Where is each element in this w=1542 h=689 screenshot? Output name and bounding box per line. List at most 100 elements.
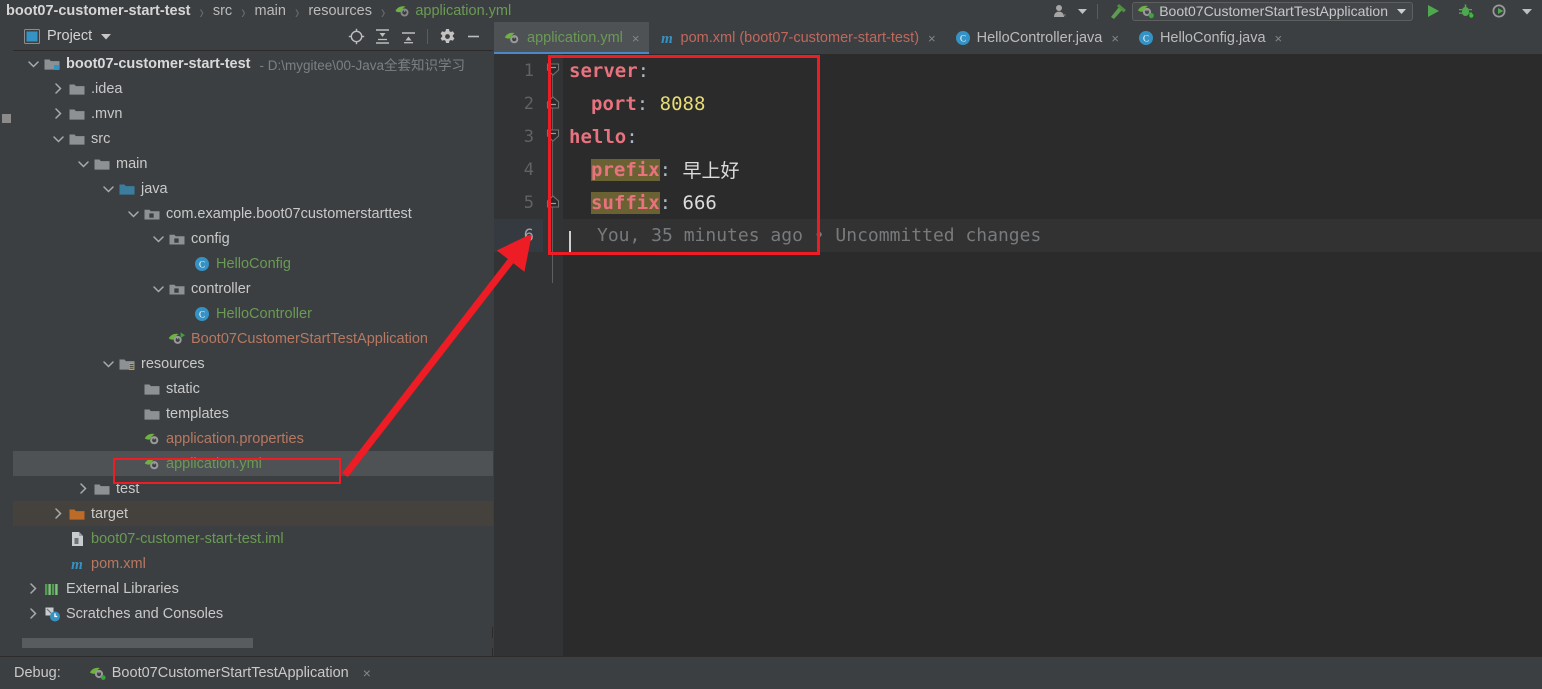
code-editor[interactable]: 1 server: 2 port: 8088 3 hello: 4 prefix: 早上好 5 s…: [494, 54, 1542, 656]
tree-node--idea[interactable]: .idea: [13, 76, 493, 101]
debug-icon[interactable]: [1453, 1, 1479, 21]
project-title-button[interactable]: Project: [13, 28, 112, 44]
code-line-5[interactable]: 5 suffix: 666: [494, 186, 1542, 219]
tree-node--mvn[interactable]: .mvn: [13, 101, 493, 126]
tree-node-hellocontroller[interactable]: C HelloController: [13, 301, 493, 326]
tree-node-main[interactable]: main: [13, 151, 493, 176]
tree-node-test[interactable]: test: [13, 476, 493, 501]
editor-tab-label: application.yml: [527, 30, 623, 46]
tree-node-boot07-customer-start-test-iml[interactable]: boot07-customer-start-test.iml: [13, 526, 493, 551]
account-icon[interactable]: [1048, 1, 1074, 21]
tree-node-controller[interactable]: controller: [13, 276, 493, 301]
code-text[interactable]: server:: [563, 54, 649, 87]
chevron-right-icon[interactable]: [23, 601, 43, 626]
collapse-all-icon[interactable]: [396, 24, 420, 48]
tree-node-label: target: [91, 505, 129, 522]
yaml-colon: :: [637, 59, 650, 82]
code-text[interactable]: hello:: [563, 120, 638, 153]
breadcrumb-item-file[interactable]: application.yml: [392, 0, 513, 22]
settings-gear-icon[interactable]: [435, 24, 459, 48]
editor-tab-pom-xml[interactable]: m pom.xml (boot07-customer-start-test) ×: [649, 22, 945, 54]
chevron-right-icon[interactable]: [48, 501, 68, 526]
chevron-right-icon[interactable]: [23, 576, 43, 601]
code-text[interactable]: port: 8088: [563, 87, 705, 120]
chevron-down-icon[interactable]: [123, 201, 143, 226]
tree-node-target[interactable]: target: [13, 501, 493, 526]
hammer-build-icon[interactable]: [1104, 1, 1132, 21]
tree-node-com-example-boot07customerstarttest[interactable]: com.example.boot07customerstarttest: [13, 201, 493, 226]
code-text[interactable]: suffix: 666: [563, 186, 717, 219]
fold-open-icon[interactable]: [543, 120, 563, 153]
code-text[interactable]: prefix: 早上好: [563, 153, 740, 186]
debug-session-tab[interactable]: Boot07CustomerStartTestApplication ×: [89, 665, 371, 681]
hide-icon[interactable]: [461, 24, 485, 48]
chevron-down-icon[interactable]: [98, 176, 118, 201]
select-opened-file-icon[interactable]: [344, 24, 368, 48]
expand-all-icon[interactable]: [370, 24, 394, 48]
chevron-right-icon[interactable]: [48, 101, 68, 126]
tree-node-resources[interactable]: resources: [13, 351, 493, 376]
chevron-down-icon[interactable]: [148, 226, 168, 251]
tree-node-boot07customerstarttestapplication[interactable]: Boot07CustomerStartTestApplication: [13, 326, 493, 351]
close-icon[interactable]: ×: [928, 31, 936, 46]
folder-icon: [143, 376, 161, 401]
tree-node-config[interactable]: config: [13, 226, 493, 251]
tree-node-src[interactable]: src: [13, 126, 493, 151]
editor-tab-bar[interactable]: application.yml × m pom.xml (boot07-custome…: [494, 22, 1542, 54]
tree-node-pom-xml[interactable]: m pom.xml: [13, 551, 493, 576]
chevron-down-icon[interactable]: [98, 351, 118, 376]
breadcrumb-item-main[interactable]: main: [253, 0, 288, 22]
project-tool-window: Project boot07-customer-start-test - D:\…: [13, 22, 493, 656]
chevron-down-icon[interactable]: [48, 126, 68, 151]
run-with-coverage-icon[interactable]: [1487, 1, 1512, 21]
chevron-right-icon[interactable]: [48, 76, 68, 101]
fold-end-icon[interactable]: [543, 186, 563, 219]
breadcrumb-item-src[interactable]: src: [211, 0, 234, 22]
code-line-1[interactable]: 1 server:: [494, 54, 1542, 87]
run-icon[interactable]: [1421, 1, 1445, 21]
tree-twist-placeholder: [148, 326, 168, 351]
tree-node-templates[interactable]: templates: [13, 401, 493, 426]
close-icon[interactable]: ×: [632, 31, 640, 46]
tree-twist-placeholder: [123, 426, 143, 451]
tree-node-label: resources: [141, 355, 205, 372]
code-line-4[interactable]: 4 prefix: 早上好: [494, 153, 1542, 186]
close-icon[interactable]: ×: [363, 665, 371, 681]
code-line-6[interactable]: 6 You, 35 minutes ago • Uncommitted chang…: [494, 219, 1542, 253]
account-chevron-down-icon[interactable]: [1074, 1, 1091, 21]
tree-node-boot07-customer-start-test[interactable]: boot07-customer-start-test - D:\mygitee\0…: [13, 51, 493, 76]
debug-session-name: Boot07CustomerStartTestApplication: [111, 665, 349, 681]
code-line-3[interactable]: 3 hello:: [494, 120, 1542, 153]
editor-tab-application-yml[interactable]: application.yml ×: [494, 22, 649, 54]
breadcrumb-item-resources[interactable]: resources: [306, 0, 374, 22]
editor-tab-helloconfig-java[interactable]: C HelloConfig.java ×: [1128, 22, 1291, 54]
tree-twist-placeholder: [123, 376, 143, 401]
close-icon[interactable]: ×: [1111, 31, 1119, 46]
chevron-down-icon[interactable]: [73, 151, 93, 176]
code-text[interactable]: You, 35 minutes ago • Uncommitted change…: [563, 219, 1041, 253]
tree-horizontal-scrollbar[interactable]: [22, 638, 253, 648]
chevron-down-icon[interactable]: [23, 51, 43, 76]
tree-node-application-properties[interactable]: application.properties: [13, 426, 493, 451]
editor-tab-hellocontroller-java[interactable]: C HelloController.java ×: [945, 22, 1128, 54]
tree-node-java[interactable]: java: [13, 176, 493, 201]
chevron-down-icon[interactable]: [148, 276, 168, 301]
fold-open-icon[interactable]: [543, 54, 563, 87]
code-line-2[interactable]: 2 port: 8088: [494, 87, 1542, 120]
fold-end-icon[interactable]: [543, 87, 563, 120]
yaml-key: server: [569, 59, 638, 82]
close-icon[interactable]: ×: [1275, 31, 1283, 46]
chevron-right-icon[interactable]: [73, 476, 93, 501]
tree-node-static[interactable]: static: [13, 376, 493, 401]
spring-yml-icon: [394, 3, 410, 19]
project-tree[interactable]: boot07-customer-start-test - D:\mygitee\0…: [13, 51, 493, 627]
source-folder-icon: [118, 176, 136, 201]
tree-node-application-yml[interactable]: application.yml: [13, 451, 493, 476]
more-actions-chevron-icon[interactable]: [1518, 1, 1536, 21]
tree-node-external-libraries[interactable]: External Libraries: [13, 576, 493, 601]
tree-node-scratches-and-consoles[interactable]: Scratches and Consoles: [13, 601, 493, 626]
breadcrumb-item-project[interactable]: boot07-customer-start-test: [4, 0, 193, 22]
run-configuration-selector[interactable]: Boot07CustomerStartTestApplication: [1132, 1, 1413, 21]
tree-node-helloconfig[interactable]: C HelloConfig: [13, 251, 493, 276]
breadcrumb-label: main: [254, 3, 286, 19]
